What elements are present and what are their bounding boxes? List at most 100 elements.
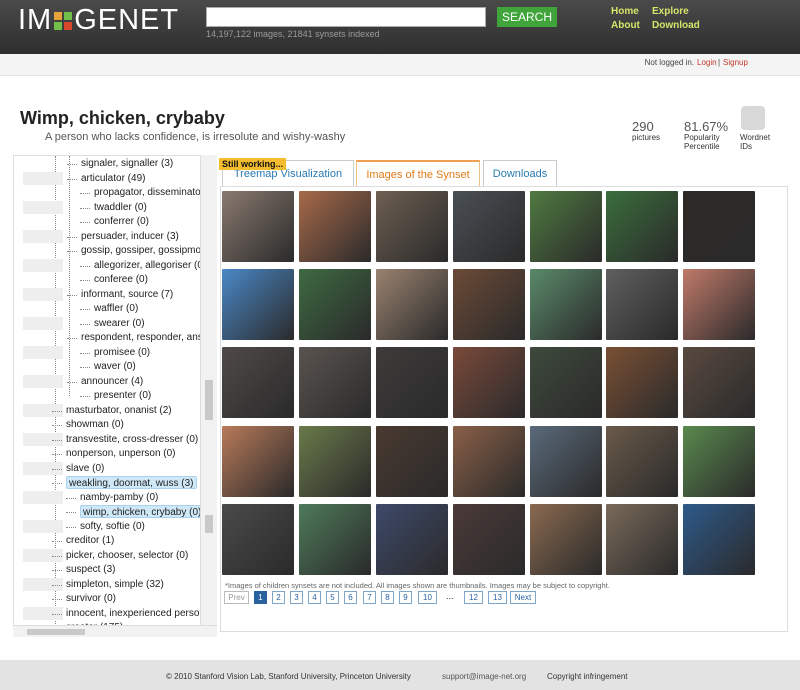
tree-item[interactable]: waver (0) <box>94 360 136 373</box>
nav-download-link[interactable]: Download <box>652 20 700 31</box>
next-button[interactable]: Next <box>510 591 536 604</box>
image-thumbnail[interactable] <box>376 347 448 418</box>
tab-downloads[interactable]: Downloads <box>483 160 557 187</box>
image-thumbnail[interactable] <box>222 191 294 262</box>
page-4[interactable]: 4 <box>308 591 321 604</box>
tree-item[interactable]: persuader, inducer (3) <box>81 230 179 243</box>
image-thumbnail[interactable] <box>453 426 525 497</box>
image-thumbnail[interactable] <box>453 504 525 575</box>
page-7[interactable]: 7 <box>363 591 376 604</box>
tree-item[interactable]: allegorizer, allegoriser (0) <box>94 259 206 272</box>
support-email-link[interactable]: support@image-net.org <box>442 672 526 681</box>
page-3[interactable]: 3 <box>290 591 303 604</box>
tree-item[interactable]: announcer (4) <box>81 375 143 388</box>
copyright-infringement-link[interactable]: Copyright infringement <box>547 672 627 681</box>
image-thumbnail[interactable] <box>376 269 448 340</box>
image-thumbnail[interactable] <box>530 269 602 340</box>
image-thumbnail[interactable] <box>222 426 294 497</box>
image-thumbnail[interactable] <box>299 426 371 497</box>
login-link[interactable]: Login <box>697 58 717 67</box>
tree-item[interactable]: presenter (0) <box>94 389 151 402</box>
image-thumbnail[interactable] <box>453 347 525 418</box>
tree-horizontal-scrollbar[interactable] <box>13 625 217 637</box>
image-thumbnail[interactable] <box>606 426 678 497</box>
tree-item[interactable]: promisee (0) <box>94 346 150 359</box>
search-button[interactable]: SEARCH <box>497 7 557 27</box>
tree-item[interactable]: propagator, disseminator (0) <box>94 186 216 199</box>
tree-item[interactable]: informant, source (7) <box>81 288 173 301</box>
page-13[interactable]: 13 <box>488 591 507 604</box>
tree-item[interactable]: softy, softie (0) <box>80 520 145 533</box>
nav-home-link[interactable]: Home <box>611 6 639 17</box>
tree-item[interactable]: suspect (3) <box>66 563 115 576</box>
tree-item[interactable]: picker, chooser, selector (0) <box>66 549 188 562</box>
image-thumbnail[interactable] <box>453 191 525 262</box>
tree-item[interactable]: signaler, signaller (3) <box>81 157 173 170</box>
image-thumbnail[interactable] <box>606 504 678 575</box>
image-thumbnail[interactable] <box>683 191 755 262</box>
tree-item[interactable]: swearer (0) <box>94 317 145 330</box>
synset-tree[interactable]: signaler, signaller (3) articulator (49) p… <box>13 155 217 637</box>
page-12[interactable]: 12 <box>464 591 483 604</box>
image-thumbnail[interactable] <box>222 347 294 418</box>
image-thumbnail[interactable] <box>683 347 755 418</box>
tree-item[interactable]: showman (0) <box>66 418 124 431</box>
tree-item[interactable]: articulator (49) <box>81 172 145 185</box>
image-thumbnail[interactable] <box>606 347 678 418</box>
tree-item[interactable]: conferee (0) <box>94 273 148 286</box>
tree-vertical-scrollbar[interactable] <box>200 155 217 625</box>
image-thumbnail[interactable] <box>299 347 371 418</box>
tree-item[interactable]: simpleton, simple (32) <box>66 578 164 591</box>
image-thumbnail[interactable] <box>376 504 448 575</box>
tree-item[interactable]: survivor (0) <box>66 592 116 605</box>
tree-item[interactable]: respondent, responder, answ <box>81 331 210 344</box>
tree-item[interactable]: innocent, inexperienced person <box>66 607 205 620</box>
image-thumbnail[interactable] <box>683 426 755 497</box>
imagenet-logo[interactable]: IM GENET <box>18 4 179 37</box>
tree-item-selected[interactable]: wimp, chicken, crybaby (0) <box>80 505 205 518</box>
image-thumbnail[interactable] <box>376 191 448 262</box>
image-thumbnail[interactable] <box>222 504 294 575</box>
image-thumbnail[interactable] <box>299 504 371 575</box>
nav-about-link[interactable]: About <box>611 20 640 31</box>
image-thumbnail[interactable] <box>683 269 755 340</box>
tree-item[interactable]: namby-pamby (0) <box>80 491 158 504</box>
tree-item[interactable]: waffler (0) <box>94 302 138 315</box>
image-thumbnail[interactable] <box>299 191 371 262</box>
page-1[interactable]: 1 <box>254 591 267 604</box>
search-input[interactable] <box>206 7 486 27</box>
scrollbar-thumb[interactable] <box>205 380 213 420</box>
image-thumbnail[interactable] <box>530 191 602 262</box>
image-thumbnail[interactable] <box>530 504 602 575</box>
tab-images[interactable]: Images of the Synset <box>356 160 480 187</box>
image-thumbnail[interactable] <box>376 426 448 497</box>
page-6[interactable]: 6 <box>344 591 357 604</box>
tree-item[interactable]: weakling, doormat, wuss (3) <box>66 476 197 489</box>
image-thumbnail[interactable] <box>606 191 678 262</box>
image-thumbnail[interactable] <box>530 347 602 418</box>
tree-item[interactable]: twaddler (0) <box>94 201 147 214</box>
signup-link[interactable]: Signup <box>723 58 748 67</box>
tree-item[interactable]: masturbator, onanist (2) <box>66 404 172 417</box>
prev-button[interactable]: Prev <box>224 591 249 604</box>
tree-item[interactable]: creditor (1) <box>66 534 114 547</box>
puzzle-piece-icon[interactable] <box>741 106 765 130</box>
hscroll-thumb[interactable] <box>27 629 85 635</box>
image-thumbnail[interactable] <box>453 269 525 340</box>
page-8[interactable]: 8 <box>381 591 394 604</box>
image-thumbnail[interactable] <box>683 504 755 575</box>
page-5[interactable]: 5 <box>326 591 339 604</box>
tree-item[interactable]: slave (0) <box>66 462 104 475</box>
page-10[interactable]: 10 <box>418 591 437 604</box>
tree-item[interactable]: conferrer (0) <box>94 215 149 228</box>
nav-explore-link[interactable]: Explore <box>652 6 689 17</box>
page-9[interactable]: 9 <box>399 591 412 604</box>
image-thumbnail[interactable] <box>606 269 678 340</box>
scrollbar-thumb-lower[interactable] <box>205 515 213 533</box>
tree-item[interactable]: transvestite, cross-dresser (0) <box>66 433 198 446</box>
tree-item[interactable]: nonperson, unperson (0) <box>66 447 176 460</box>
image-thumbnail[interactable] <box>222 269 294 340</box>
page-2[interactable]: 2 <box>272 591 285 604</box>
tree-item[interactable]: gossip, gossiper, gossipmon <box>81 244 207 257</box>
image-thumbnail[interactable] <box>530 426 602 497</box>
